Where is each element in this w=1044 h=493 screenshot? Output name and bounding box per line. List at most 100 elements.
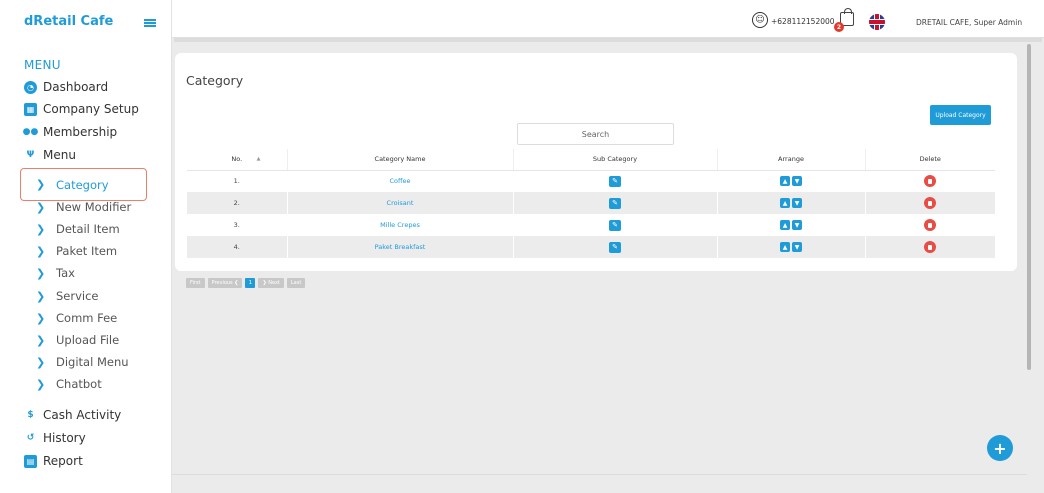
- category-name-link[interactable]: Paket Breakfast: [375, 243, 426, 251]
- sidebar-item-label: History: [43, 431, 86, 445]
- sidebar-subitem-comm-fee[interactable]: ❯ Comm Fee: [36, 308, 117, 328]
- chevron-right-icon: ❯: [36, 266, 46, 280]
- column-header-no[interactable]: No. ▲: [187, 149, 288, 171]
- table-row: 4. Paket Breakfast ✎ ▲ ▼: [187, 236, 995, 258]
- arrow-down-icon[interactable]: ▼: [792, 176, 802, 187]
- row-number: 1.: [187, 170, 288, 192]
- trash-icon[interactable]: [924, 241, 937, 253]
- category-name-link[interactable]: Croisant: [387, 199, 414, 207]
- category-name-link[interactable]: Coffee: [390, 177, 411, 185]
- brand-logo[interactable]: dRetail Cafe: [24, 14, 113, 29]
- chevron-right-icon: ❯: [36, 178, 46, 191]
- chevron-right-icon: ❯: [36, 200, 46, 214]
- arrow-down-icon[interactable]: ▼: [792, 220, 802, 230]
- chevron-right-icon: ❯: [36, 377, 46, 391]
- category-name-link[interactable]: Mille Crepes: [380, 221, 420, 229]
- sidebar-item-menu[interactable]: Ψ Menu: [24, 145, 76, 165]
- cart-count-badge: 2: [834, 22, 844, 32]
- sidebar-subitem-label: Category: [56, 177, 109, 192]
- cutlery-icon: Ψ: [26, 150, 35, 160]
- sidebar-subitem-label: Upload File: [56, 333, 120, 347]
- chevron-right-icon: ❯: [36, 355, 46, 369]
- sidebar-subitem-label: Service: [56, 289, 99, 303]
- column-header-delete[interactable]: Delete: [865, 149, 995, 171]
- sidebar-subitem-label: New Modifier: [56, 200, 132, 214]
- arrow-up-icon[interactable]: ▲: [780, 176, 790, 187]
- sidebar-item-label: Cash Activity: [43, 408, 122, 422]
- menu-header: MENU: [24, 58, 61, 72]
- sidebar-subitem-detail-item[interactable]: ❯ Detail Item: [36, 219, 120, 239]
- edit-icon[interactable]: ✎: [609, 241, 621, 253]
- edit-icon[interactable]: ✎: [609, 219, 621, 231]
- edit-icon[interactable]: ✎: [609, 175, 621, 187]
- column-header-arrange[interactable]: Arrange: [717, 149, 866, 171]
- sidebar-subitem-label: Detail Item: [56, 222, 120, 236]
- sidebar-subitem-chatbot[interactable]: ❯ Chatbot: [36, 374, 102, 394]
- sidebar-subitem-paket-item[interactable]: ❯ Paket Item: [36, 241, 117, 261]
- trash-icon[interactable]: [924, 197, 937, 209]
- building-icon: ▦: [24, 102, 37, 116]
- edit-icon[interactable]: ✎: [609, 197, 621, 209]
- history-icon: ↺: [26, 433, 35, 443]
- row-number: 2.: [187, 192, 288, 214]
- table-header-row: No. ▲ Category Name Sub Category Arrange…: [187, 149, 995, 171]
- category-table: No. ▲ Category Name Sub Category Arrange…: [187, 149, 995, 258]
- arrow-down-icon[interactable]: ▼: [792, 242, 802, 252]
- chevron-right-icon: ❯: [36, 311, 46, 325]
- sidebar-item-cash-activity[interactable]: $ Cash Activity: [24, 405, 121, 425]
- sidebar-item-report[interactable]: ▤ Report: [24, 451, 83, 471]
- sort-asc-icon: ▲: [256, 156, 261, 162]
- pagination-current-page[interactable]: 1: [245, 278, 256, 288]
- uk-flag-icon[interactable]: [869, 14, 885, 30]
- sidebar-subitem-label: Chatbot: [56, 377, 102, 391]
- sidebar-item-membership[interactable]: ●● Membership: [22, 122, 118, 142]
- sidebar-subitem-tax[interactable]: ❯ Tax: [36, 263, 75, 283]
- sidebar-item-company-setup[interactable]: ▦ Company Setup: [24, 99, 139, 119]
- pagination-last-button[interactable]: Last: [286, 278, 306, 288]
- sidebar-subitem-new-modifier[interactable]: ❯ New Modifier: [36, 197, 131, 217]
- column-header-sub-category[interactable]: Sub Category: [513, 149, 718, 171]
- row-number: 3.: [187, 214, 288, 236]
- users-icon: ●●: [22, 127, 39, 137]
- sidebar-item-label: Membership: [43, 125, 118, 139]
- plus-icon: +: [993, 438, 1007, 458]
- trash-icon[interactable]: [924, 175, 937, 188]
- add-fab-button[interactable]: +: [987, 435, 1013, 461]
- scrollbar-thumb[interactable]: [1027, 44, 1031, 370]
- table-row: 3. Mille Crepes ✎ ▲ ▼: [187, 214, 995, 236]
- chevron-right-icon: ❯: [36, 244, 46, 258]
- table-row: 1. Coffee ✎ ▲ ▼: [187, 170, 995, 192]
- hamburger-menu-icon[interactable]: [144, 19, 156, 27]
- sidebar-subitem-label: Comm Fee: [56, 311, 118, 325]
- phone-number: +628112152000: [771, 17, 835, 26]
- upload-category-button[interactable]: Upload Category: [930, 105, 991, 125]
- table-row: 2. Croisant ✎ ▲ ▼: [187, 192, 995, 214]
- arrow-down-icon[interactable]: ▼: [792, 198, 802, 208]
- sidebar-subitem-label: Paket Item: [56, 244, 118, 258]
- sidebar-subitem-label: Digital Menu: [56, 355, 129, 369]
- pagination-previous-button[interactable]: Previous ❮: [207, 278, 243, 288]
- pagination-first-button[interactable]: First: [186, 278, 205, 288]
- arrow-up-icon[interactable]: ▲: [780, 198, 790, 208]
- trash-icon[interactable]: [924, 219, 937, 231]
- user-menu[interactable]: DRETAIL CAFE, Super Admin: [916, 18, 1022, 27]
- sidebar-subitem-service[interactable]: ❯ Service: [36, 286, 99, 306]
- chevron-right-icon: ❯: [36, 289, 46, 303]
- arrow-up-icon[interactable]: ▲: [780, 220, 790, 230]
- sidebar-item-label: Dashboard: [43, 80, 109, 94]
- sidebar-subitem-digital-menu[interactable]: ❯ Digital Menu: [36, 352, 129, 372]
- sidebar-item-dashboard[interactable]: ◔ Dashboard: [24, 77, 108, 97]
- footer-divider: [172, 474, 1027, 475]
- file-icon: ▤: [24, 454, 37, 468]
- arrow-up-icon[interactable]: ▲: [780, 242, 790, 252]
- pagination-next-button[interactable]: ❯ Next: [258, 278, 284, 288]
- sidebar-item-label: Company Setup: [43, 102, 139, 116]
- sidebar-item-label: Report: [43, 454, 83, 468]
- category-card: Category Upload Category No. ▲ Category …: [175, 53, 1017, 271]
- support-agent-icon: ☺: [752, 12, 768, 28]
- search-input[interactable]: [517, 123, 674, 145]
- column-header-category-name[interactable]: Category Name: [287, 149, 514, 171]
- pagination: First Previous ❮ 1 ❯ Next Last: [186, 278, 306, 288]
- sidebar-item-history[interactable]: ↺ History: [24, 428, 86, 448]
- sidebar-subitem-upload-file[interactable]: ❯ Upload File: [36, 330, 119, 350]
